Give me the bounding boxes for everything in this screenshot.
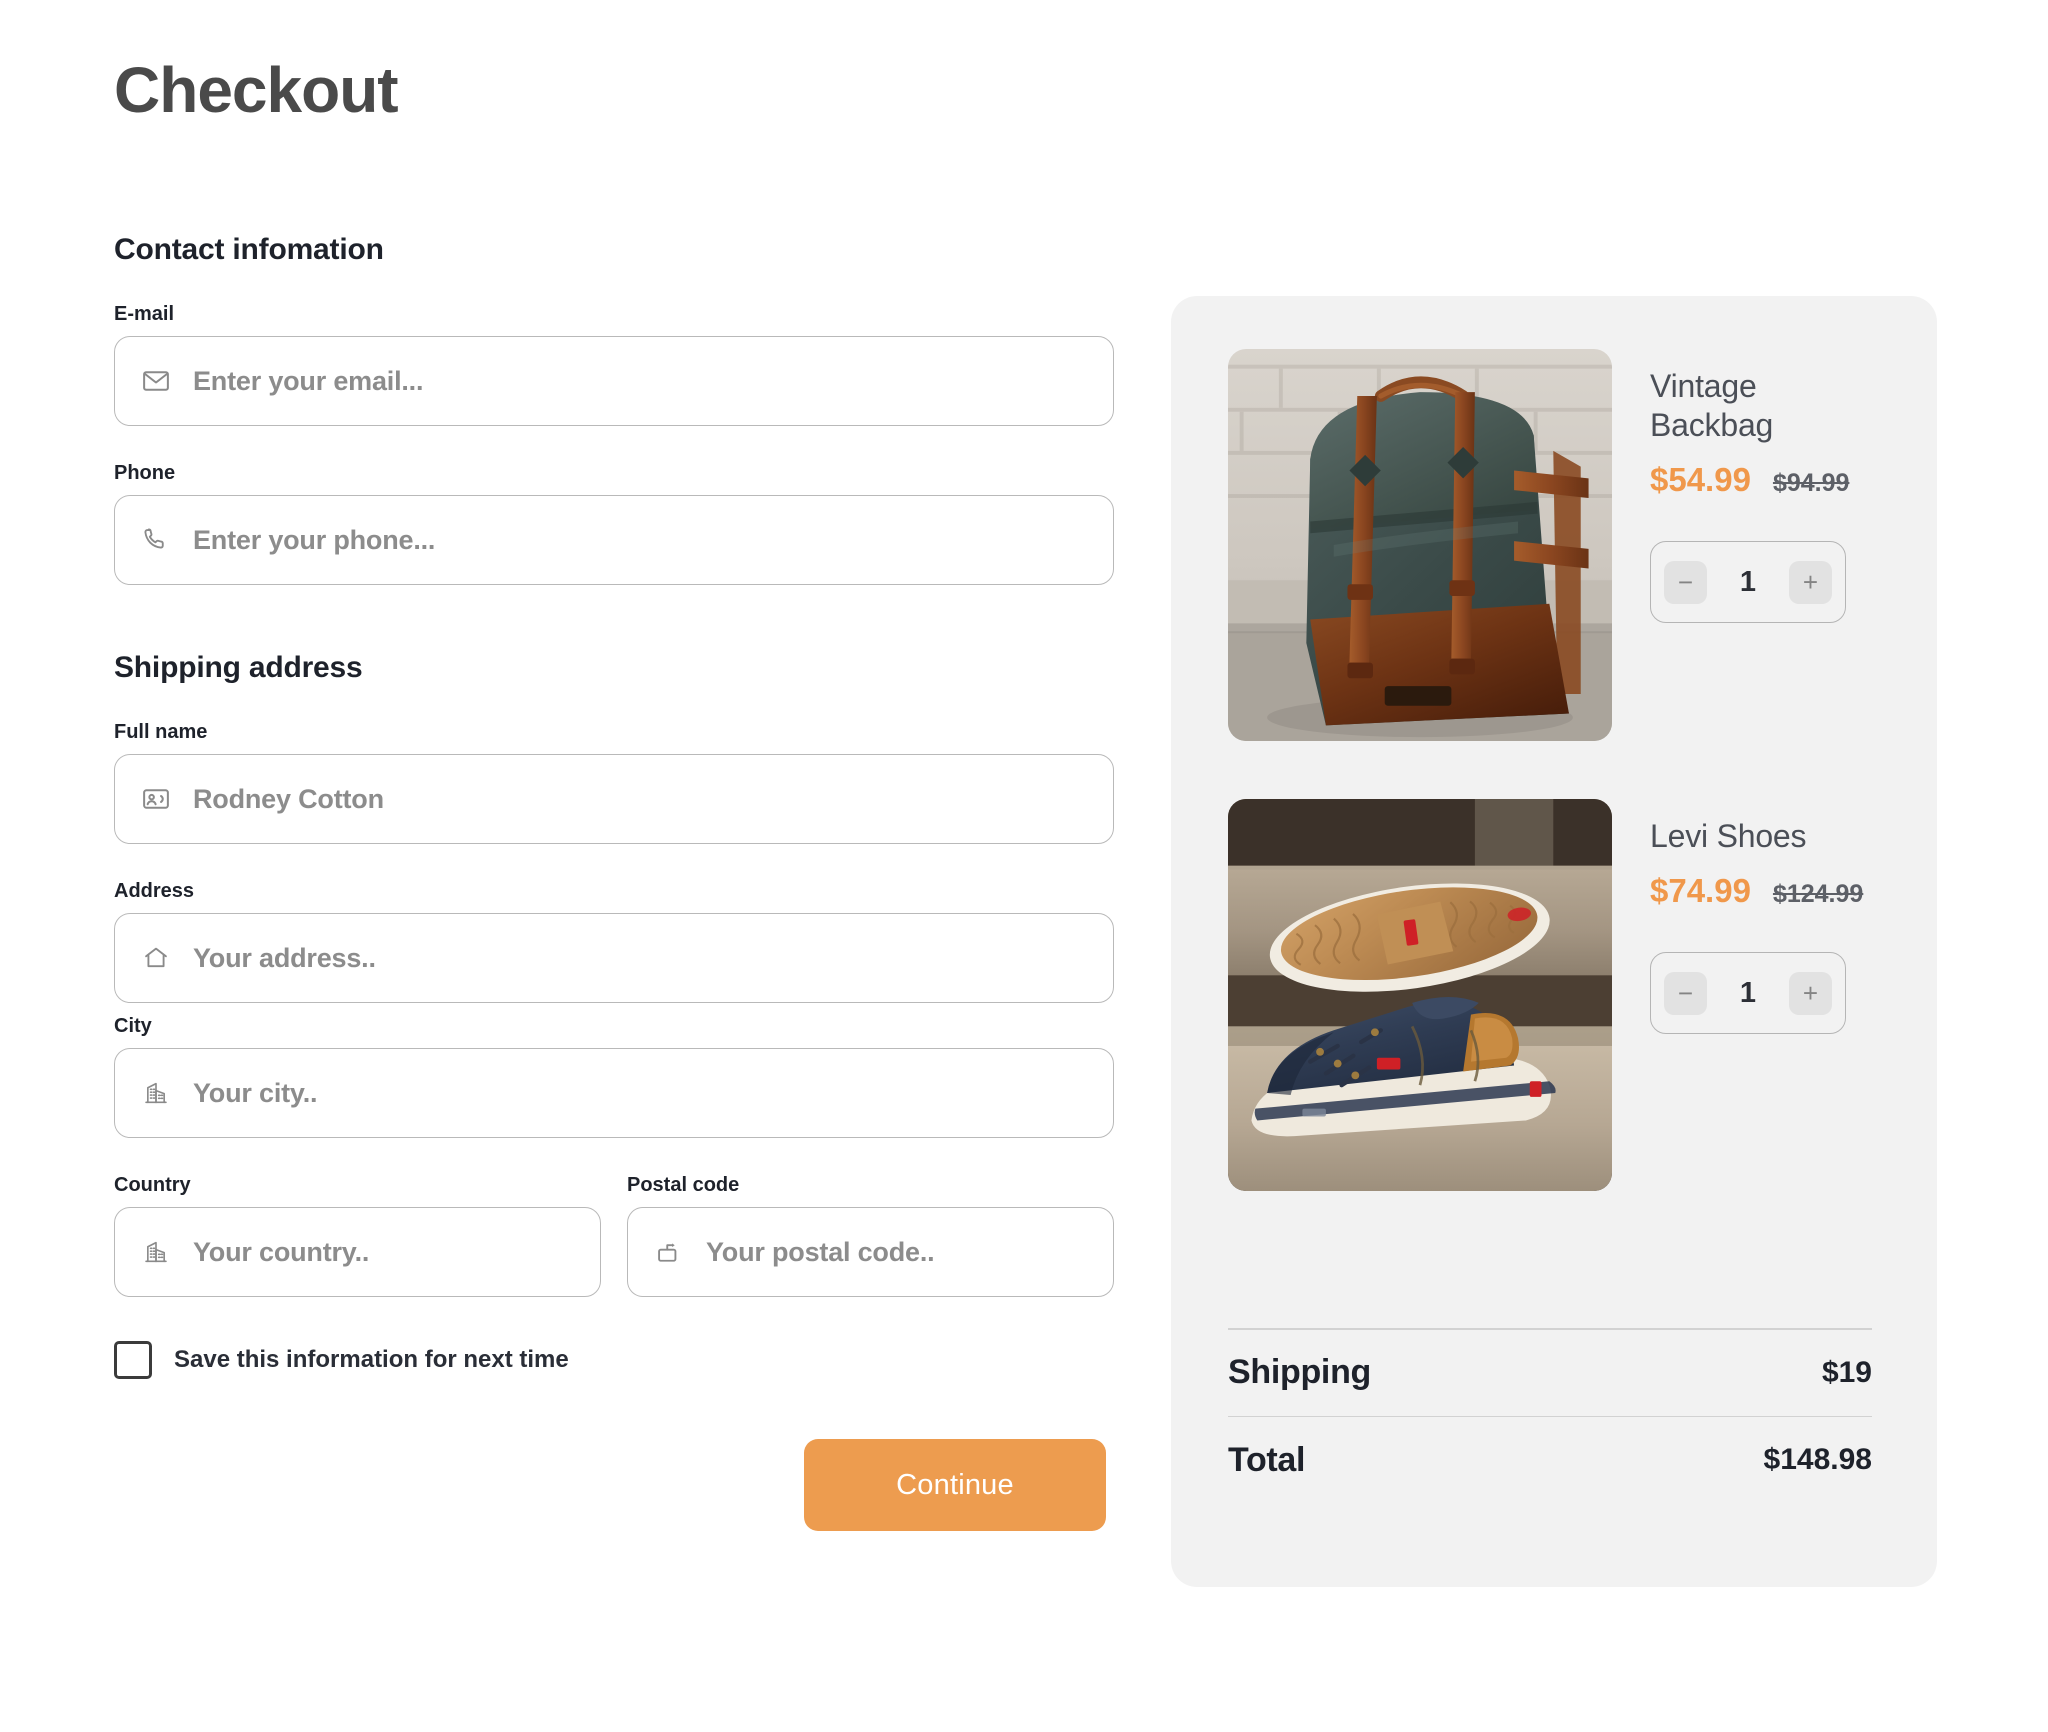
contact-card-icon (141, 784, 171, 814)
save-information-label: Save this information for next time (174, 1346, 569, 1374)
full-name-input[interactable]: Rodney Cotton (114, 754, 1114, 845)
country-label: Country (114, 1174, 191, 1197)
cart-item-info: Vintage Backbag $54.99 $94.99 − 1 + (1650, 349, 1872, 624)
total-value: $148.98 (1763, 1443, 1872, 1476)
phone-icon (141, 525, 171, 555)
country-input[interactable]: Your country.. (114, 1207, 601, 1298)
save-information-row[interactable]: Save this information for next time (114, 1341, 1114, 1380)
product-old-price: $94.99 (1772, 469, 1850, 498)
cart-item: Levi Shoes $74.99 $124.99 − 1 + (1228, 799, 1872, 1191)
address-label: Address (114, 880, 195, 903)
city-label: City (114, 1015, 152, 1038)
decrease-quantity-button[interactable]: − (1664, 560, 1707, 604)
phone-label: Phone (114, 462, 176, 485)
order-summary-panel: Vintage Backbag $54.99 $94.99 − 1 + Levi… (1171, 296, 1937, 1587)
postal-code-label: Postal code (627, 1174, 740, 1197)
shipping-label: Shipping (1228, 1353, 1372, 1391)
address-placeholder: Your address.. (193, 942, 376, 973)
mailbox-icon (654, 1237, 684, 1267)
full-name-label: Full name (114, 721, 208, 744)
checkout-page: Checkout Contact infomation E-mail Enter… (0, 0, 2048, 1732)
shipping-address-heading: Shipping address (114, 651, 363, 685)
total-row: Total $148.98 (1228, 1417, 1872, 1503)
quantity-stepper[interactable]: − 1 + (1650, 952, 1846, 1035)
product-price: $54.99 (1650, 461, 1751, 499)
price-row: $74.99 $124.99 (1650, 872, 1872, 910)
cart-item: Vintage Backbag $54.99 $94.99 − 1 + (1228, 349, 1872, 741)
product-name: Levi Shoes (1650, 818, 1807, 854)
page-title: Checkout (114, 54, 399, 126)
order-totals: Shipping $19 Total $148.98 (1228, 1328, 1872, 1503)
product-price: $74.99 (1650, 872, 1751, 910)
country-field-group: Country Your country.. (114, 1174, 601, 1298)
building-icon (141, 1237, 171, 1267)
postal-code-field-group: Postal code Your postal code.. (627, 1174, 1114, 1298)
full-name-value: Rodney Cotton (193, 783, 384, 814)
country-postal-row: Country Your country.. Postal code Your … (114, 1174, 1114, 1298)
country-placeholder: Your country.. (193, 1236, 370, 1267)
email-placeholder: Enter your email... (193, 365, 424, 396)
envelope-icon (141, 366, 171, 396)
home-icon (141, 943, 171, 973)
quantity-value: 1 (1739, 976, 1757, 1009)
increase-quantity-button[interactable]: + (1788, 971, 1832, 1015)
building-icon (141, 1078, 171, 1108)
quantity-stepper[interactable]: − 1 + (1650, 541, 1846, 624)
address-input[interactable]: Your address.. (114, 913, 1114, 1004)
phone-placeholder: Enter your phone... (193, 524, 436, 555)
cart-item-info: Levi Shoes $74.99 $124.99 − 1 + (1650, 799, 1872, 1035)
checkout-form-column: Checkout Contact infomation E-mail Enter… (114, 0, 1114, 1532)
save-information-checkbox[interactable] (114, 1341, 152, 1380)
shipping-value: $19 (1821, 1355, 1872, 1389)
email-field-group: E-mail Enter your email... (114, 303, 1114, 427)
contact-information-heading: Contact infomation (114, 233, 384, 267)
postal-code-input[interactable]: Your postal code.. (627, 1207, 1114, 1298)
city-field-group: City Your city.. (114, 1015, 1114, 1139)
total-label: Total (1228, 1440, 1306, 1479)
phone-input[interactable]: Enter your phone... (114, 495, 1114, 586)
decrease-quantity-button[interactable]: − (1664, 971, 1707, 1015)
shipping-row: Shipping $19 (1228, 1330, 1872, 1416)
product-old-price: $124.99 (1772, 880, 1864, 909)
phone-field-group: Phone Enter your phone... (114, 462, 1114, 586)
email-label: E-mail (114, 303, 175, 326)
address-field-group: Address Your address.. (114, 880, 1114, 1004)
continue-button-row: Continue (114, 1439, 1114, 1532)
city-placeholder: Your city.. (193, 1077, 318, 1108)
quantity-value: 1 (1739, 565, 1757, 598)
full-name-field-group: Full name Rodney Cotton (114, 721, 1114, 845)
postal-code-placeholder: Your postal code.. (706, 1236, 935, 1267)
city-input[interactable]: Your city.. (114, 1048, 1114, 1139)
increase-quantity-button[interactable]: + (1788, 560, 1832, 604)
price-row: $54.99 $94.99 (1650, 461, 1872, 499)
continue-button[interactable]: Continue (804, 1439, 1106, 1532)
product-image-levi-shoes (1228, 799, 1612, 1191)
product-image-vintage-backbag (1228, 349, 1612, 741)
product-name: Vintage Backbag (1650, 368, 1774, 444)
email-input[interactable]: Enter your email... (114, 336, 1114, 427)
